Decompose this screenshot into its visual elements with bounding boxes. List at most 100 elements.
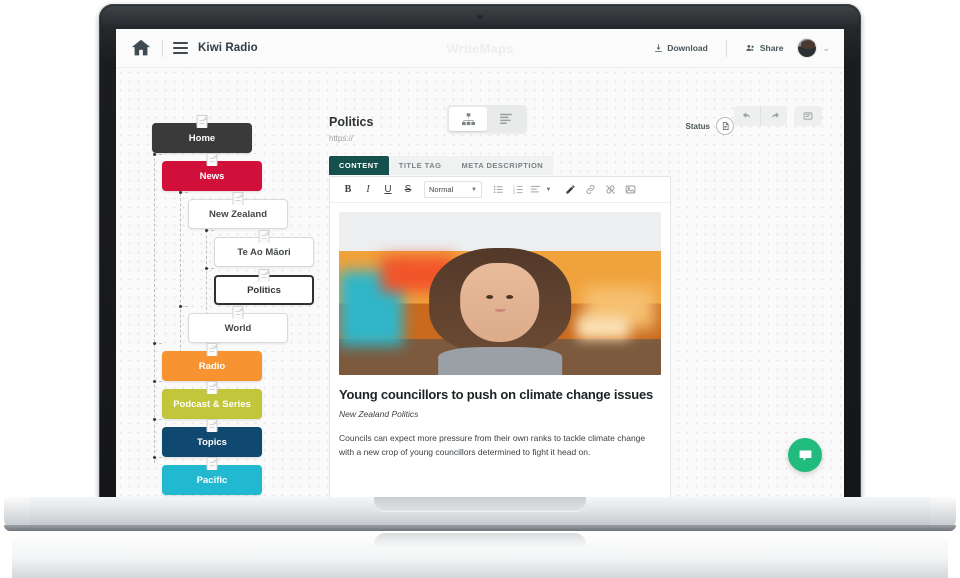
page-document-icon <box>206 153 218 166</box>
numbered-list-button[interactable]: 123 <box>508 180 528 200</box>
header-right: Download Share ⌄ <box>646 38 830 58</box>
bold-button[interactable]: B <box>338 180 358 200</box>
unlink-button[interactable] <box>600 180 620 200</box>
sitemap-tree: Home News New Zealand Te Ao Māori Politi… <box>116 68 326 500</box>
detail-tabs: CONTENT TITLE TAG META DESCRIPTION <box>329 156 554 175</box>
page-status-icon <box>722 122 728 130</box>
node-bullet <box>205 267 208 270</box>
pen-button[interactable] <box>560 180 580 200</box>
download-icon <box>655 44 663 52</box>
status-label: Status <box>685 121 710 131</box>
node-bullet <box>153 418 156 421</box>
page-title: Politics https:// <box>329 115 844 143</box>
article-byline: New Zealand Politics <box>339 409 419 420</box>
share-label: Share <box>759 43 784 53</box>
user-avatar[interactable] <box>797 38 818 58</box>
node-label: Radio <box>198 360 226 372</box>
sitemap-node-news[interactable]: News <box>162 153 262 191</box>
align-button[interactable] <box>528 180 543 200</box>
tab-title-tag[interactable]: TITLE TAG <box>388 156 452 175</box>
chevron-down-icon[interactable]: ⌄ <box>822 43 830 54</box>
laptop-mockup: Kiwi Radio WriteMaps Download Share ⌄ Ho… <box>0 0 960 578</box>
content-editor: B I U S Normal ▼ 1 2 3 ▼ Young councillo… <box>329 176 671 500</box>
page-document-icon <box>232 192 244 205</box>
header-divider-2 <box>725 39 727 57</box>
bullet-list-button[interactable] <box>488 180 508 200</box>
page-detail-panel: Politics https:// Status CONTENT TITLE T… <box>329 115 844 500</box>
sitemap-node-topics[interactable]: Topics <box>162 419 262 457</box>
app-header: Kiwi Radio WriteMaps Download Share ⌄ <box>116 29 844 68</box>
sitemap-node-te-ao-maori[interactable]: Te Ao Māori <box>214 230 314 267</box>
sitemap-node-pacific[interactable]: Pacific <box>162 457 262 495</box>
webcam-icon <box>478 15 482 19</box>
share-button[interactable]: Share <box>737 43 792 53</box>
link-button[interactable] <box>580 180 600 200</box>
pen-highlight-icon <box>565 185 575 194</box>
node-bullet <box>179 191 182 194</box>
node-bullet <box>153 456 156 459</box>
tab-content[interactable]: CONTENT <box>329 156 389 175</box>
hamburger-menu-icon[interactable] <box>173 42 188 54</box>
connector-branch-news <box>180 173 181 363</box>
italic-button[interactable]: I <box>358 180 378 200</box>
underline-button[interactable]: U <box>378 180 398 200</box>
insert-image-icon <box>625 185 635 194</box>
sitemap-node-world[interactable]: World <box>188 306 288 343</box>
sitemap-node-radio[interactable]: Radio <box>162 343 262 381</box>
subject-face <box>460 263 540 342</box>
article-headline: Young councillors to push on climate cha… <box>339 387 654 402</box>
editor-toolbar: B I U S Normal ▼ 1 2 3 ▼ <box>330 177 670 203</box>
node-bullet <box>153 342 156 345</box>
node-label: Politics <box>247 284 281 296</box>
subject-eye <box>506 294 514 299</box>
node-label: News <box>199 170 225 182</box>
page-url: https:// <box>329 134 354 143</box>
insert-image-button[interactable] <box>620 180 640 200</box>
connector-trunk <box>154 123 155 463</box>
node-bullet <box>153 380 156 383</box>
subject-mouth <box>495 308 506 312</box>
page-document-icon <box>232 306 244 319</box>
sitemap-node-podcast-series[interactable]: Podcast & Series <box>162 381 262 419</box>
download-label: Download <box>667 43 708 53</box>
sitemap-node-politics[interactable]: Politics <box>214 269 314 305</box>
node-label: Te Ao Māori <box>237 246 291 258</box>
status-control: Status <box>686 117 734 135</box>
download-button[interactable]: Download <box>646 43 716 53</box>
node-bullet <box>153 153 156 156</box>
format-value: Normal <box>429 185 454 194</box>
article-paragraph: Councils can expect more pressure from t… <box>339 433 646 458</box>
header-left: Kiwi Radio <box>130 37 258 59</box>
status-button[interactable] <box>716 117 734 135</box>
header-divider <box>162 39 163 57</box>
article-image <box>339 212 661 375</box>
bullet-list-icon <box>493 185 503 194</box>
sitemap-node-new-zealand[interactable]: New Zealand <box>188 192 288 229</box>
screen: Kiwi Radio WriteMaps Download Share ⌄ Ho… <box>116 29 844 500</box>
unlink-icon <box>605 185 615 194</box>
page-title-text: Politics <box>329 115 374 129</box>
strikethrough-button[interactable]: S <box>398 180 418 200</box>
laptop-base-notch <box>374 497 586 512</box>
page-document-icon <box>206 457 218 470</box>
numbered-list-icon: 123 <box>513 185 523 195</box>
node-label: World <box>224 322 252 334</box>
editor-content[interactable]: Young councillors to push on climate cha… <box>330 203 670 460</box>
tab-meta-description[interactable]: META DESCRIPTION <box>451 156 554 175</box>
project-name: Kiwi Radio <box>198 42 258 54</box>
image-blur-shape <box>577 316 629 340</box>
share-users-icon <box>746 45 754 51</box>
subject-torso <box>437 347 563 375</box>
text-align-icon <box>530 185 541 193</box>
sitemap-canvas: Home News New Zealand Te Ao Māori Politi… <box>116 68 844 500</box>
format-dropdown[interactable]: Normal ▼ <box>424 181 482 198</box>
node-label: Home <box>188 132 216 144</box>
chevron-down-icon: ▼ <box>471 186 477 193</box>
home-icon[interactable] <box>130 37 152 59</box>
portrait-subject <box>429 247 571 375</box>
chat-bubble-icon <box>799 450 811 461</box>
chat-button[interactable] <box>788 438 822 472</box>
align-dropdown[interactable]: ▼ <box>543 180 554 200</box>
link-icon <box>586 185 594 194</box>
sitemap-node-home[interactable]: Home <box>152 115 252 153</box>
